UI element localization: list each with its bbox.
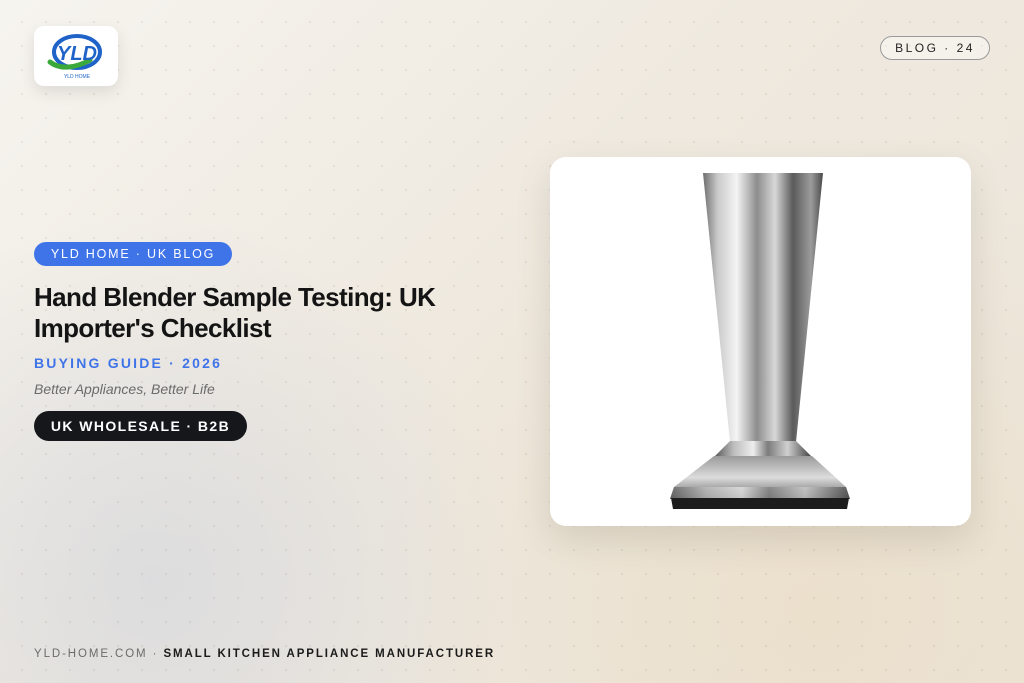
yld-logo-icon: YLD YLD HOME [47, 34, 102, 80]
footer-separator: · [147, 648, 164, 660]
brand-tagline: Better Appliances, Better Life [34, 381, 215, 397]
brand-logo[interactable]: YLD YLD HOME [34, 26, 118, 86]
footer-description: SMALL KITCHEN APPLIANCE MANUFACTURER [163, 648, 496, 660]
footer-site-link[interactable]: YLD-HOME.COM [34, 648, 148, 660]
wholesale-b2b-pill: UK WHOLESALE · B2B [34, 411, 247, 441]
product-image-card [550, 157, 971, 526]
page-title: Hand Blender Sample Testing: UK Importer… [34, 282, 436, 343]
buying-guide-subtitle: BUYING GUIDE · 2026 [34, 355, 223, 371]
logo-letters: YLD [57, 43, 97, 65]
blog-number-pill: BLOG · 24 [880, 36, 990, 60]
logo-subtext: YLD HOME [64, 74, 91, 80]
hand-blender-shaft-icon [670, 173, 850, 509]
brand-blog-badge: YLD HOME · UK BLOG [34, 242, 232, 266]
footer: YLD-HOME.COM · SMALL KITCHEN APPLIANCE M… [34, 648, 495, 660]
